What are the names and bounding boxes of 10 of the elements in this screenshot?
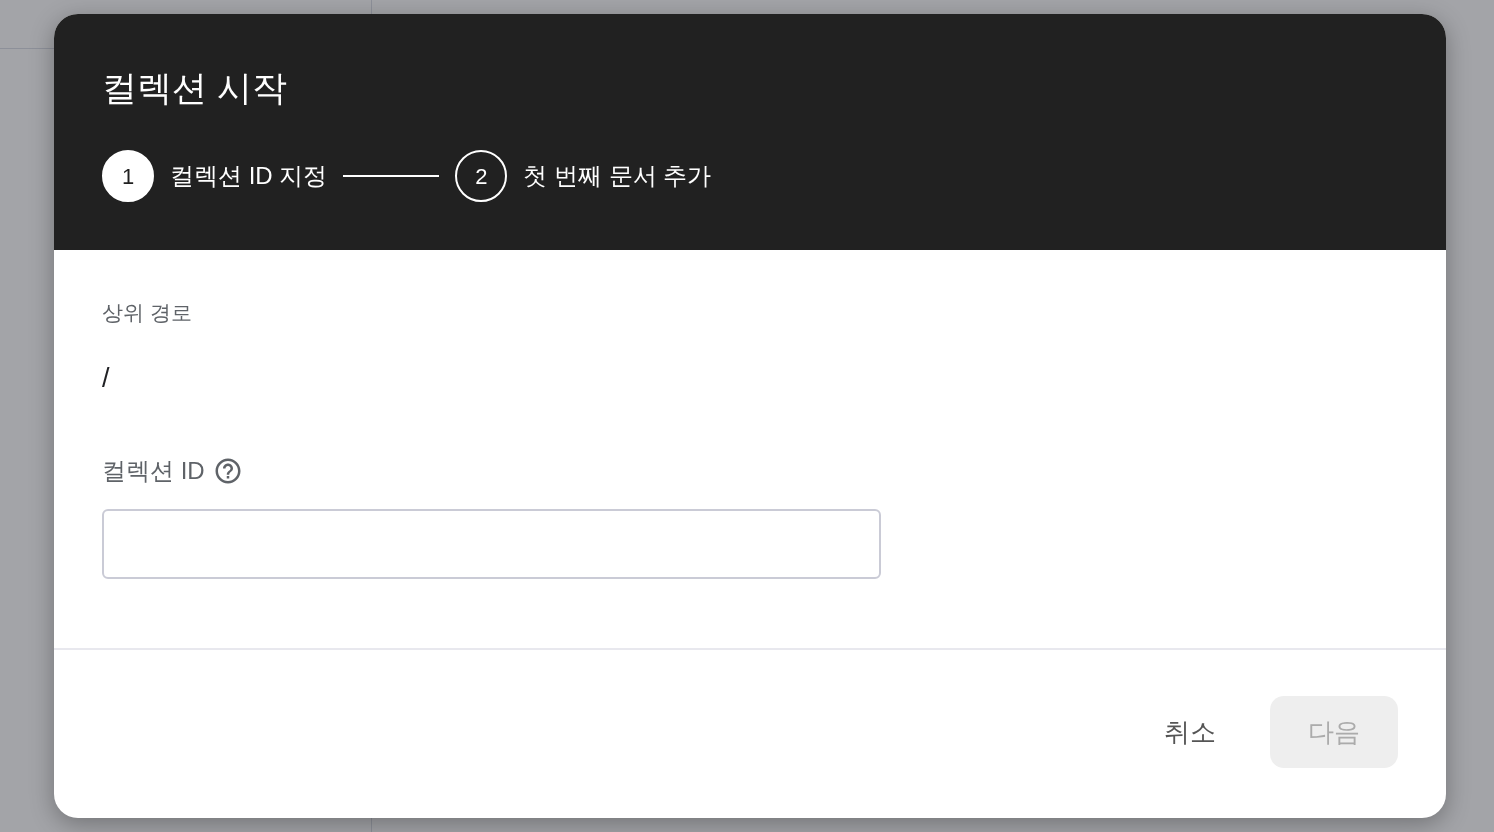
input-field[interactable] (102, 509, 881, 579)
step-label: 첫 번째 문서 추가 (523, 161, 712, 191)
field-label: 상위 경로 (102, 300, 192, 326)
dialog-title: 컬렉션 시작 (102, 67, 287, 109)
cancel-button[interactable]: 취소 (1140, 696, 1240, 768)
step-number: 2 (455, 150, 508, 202)
path-value: / (102, 362, 110, 394)
field-label: 컬렉션 ID (102, 457, 205, 485)
step-number: 1 (102, 150, 154, 202)
step-label: 컬렉션 ID 지정 (170, 161, 328, 191)
